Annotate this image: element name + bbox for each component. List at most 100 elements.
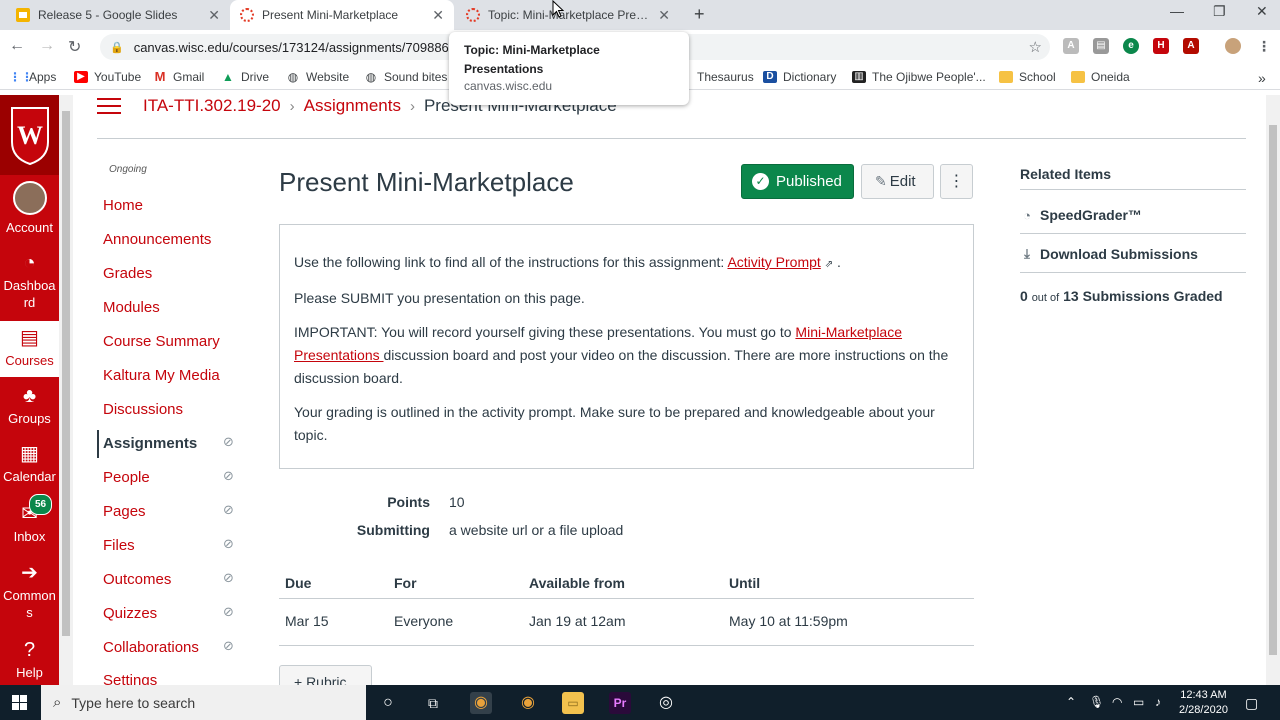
new-tab-button[interactable]: + <box>694 4 705 25</box>
bookmark-youtube[interactable]: ▶ YouTube <box>74 70 141 84</box>
course-nav-quizzes[interactable]: Quizzes <box>103 605 157 622</box>
microphone-icon[interactable]: 🎙 <box>1089 695 1104 709</box>
download-submissions-link[interactable]: ⤓ Download Submissions <box>1020 246 1198 262</box>
column-header: Available from <box>529 575 625 591</box>
tab-present-mini-marketplace[interactable]: Present Mini-Marketplace ✕ <box>230 0 454 30</box>
premiere-icon[interactable]: Pr <box>609 692 631 714</box>
breadcrumb-course-link[interactable]: ITA-TTI.302.19-20 <box>143 96 281 116</box>
uw-crest-logo[interactable]: W <box>0 95 59 175</box>
nav-dashboard[interactable]: ◔ Dashboa rd <box>0 251 59 311</box>
hamburger-menu-icon[interactable] <box>97 98 121 114</box>
bookmark-label: Thesaurus <box>697 70 754 84</box>
course-nav-pages[interactable]: Pages <box>103 503 146 520</box>
bookmark-ojibwe[interactable]: ▥ The Ojibwe People'... <box>852 70 986 84</box>
more-options-button[interactable]: ⋮ <box>940 164 973 199</box>
bookmark-label: Oneida <box>1091 70 1130 84</box>
course-nav-people[interactable]: People <box>103 469 150 486</box>
bookmark-sound-bites[interactable]: ◍ Sound bites <box>364 70 448 84</box>
file-explorer-icon[interactable]: ▭ <box>562 692 584 714</box>
bookmark-label: Dictionary <box>783 70 837 84</box>
course-nav-discussions[interactable]: Discussions <box>103 401 183 418</box>
close-icon[interactable]: ✕ <box>432 7 444 24</box>
divider <box>97 138 1246 139</box>
taskbar-search-input[interactable]: ⌕ Type here to search <box>41 685 366 720</box>
close-icon[interactable]: ✕ <box>658 7 670 24</box>
bookmark-website[interactable]: ◍ Website <box>286 70 349 84</box>
course-nav-files[interactable]: Files <box>103 537 135 554</box>
more-bookmarks-icon[interactable]: » <box>1258 70 1266 86</box>
close-icon[interactable]: ✕ <box>208 7 220 24</box>
points-value: 10 <box>449 494 465 510</box>
windows-start-icon[interactable] <box>12 695 27 710</box>
bookmark-star-icon[interactable]: ☆ <box>1029 38 1042 56</box>
extension-icon[interactable]: A <box>1063 38 1079 54</box>
bookmark-drive[interactable]: ▲ Drive <box>221 70 269 84</box>
nav-help[interactable]: ? Help <box>0 638 59 681</box>
nav-account[interactable]: Account <box>0 181 59 236</box>
page-scrollbar[interactable] <box>1266 95 1280 685</box>
speedgrader-link[interactable]: ◔ SpeedGrader™ <box>1020 207 1142 223</box>
acrobat-icon[interactable]: A <box>1183 38 1199 54</box>
bookmark-gmail[interactable]: M Gmail <box>153 70 205 84</box>
table-header: Due For Available from Until <box>279 566 974 599</box>
nav-courses[interactable]: ▤ Courses <box>0 321 59 377</box>
course-nav-settings[interactable]: Settings <box>103 672 157 685</box>
drive-icon: ▲ <box>222 70 234 84</box>
course-nav-course-summary[interactable]: Course Summary <box>103 333 220 350</box>
back-icon[interactable]: ← <box>9 37 25 55</box>
course-nav-kaltura[interactable]: Kaltura My Media <box>103 367 220 384</box>
close-window-icon[interactable]: ✕ <box>1256 3 1268 20</box>
points-label: Points <box>387 494 430 510</box>
volume-icon[interactable]: ♪ <box>1155 695 1161 709</box>
published-button[interactable]: ✓ Published <box>741 164 854 199</box>
tab-topic-presentations[interactable]: Topic: Mini-Marketplace Presentations ✕ <box>456 0 680 30</box>
chrome-menu-icon[interactable]: ⋮ <box>1256 38 1272 54</box>
extension-icon[interactable]: e <box>1123 38 1139 54</box>
bookmark-dictionary[interactable]: D Dictionary <box>763 70 836 84</box>
system-clock[interactable]: 12:43 AM 2/28/2020 <box>1179 688 1228 718</box>
hidden-eye-icon: ⊘ <box>223 502 234 517</box>
chrome-icon[interactable]: ◉ <box>470 692 492 714</box>
nav-commons[interactable]: ➔ Common s <box>0 561 59 621</box>
bookmark-apps[interactable]: ⋮⋮ Apps <box>9 70 56 84</box>
course-nav-collaborations[interactable]: Collaborations <box>103 639 199 656</box>
breadcrumb-assignments-link[interactable]: Assignments <box>304 96 401 116</box>
extension-icon[interactable]: ▤ <box>1093 38 1109 54</box>
obs-icon[interactable]: ◎ <box>655 692 677 714</box>
minimize-icon[interactable]: — <box>1170 3 1184 19</box>
cortana-icon[interactable]: ○ <box>377 692 399 714</box>
edit-button[interactable]: ✎ Edit <box>861 164 934 199</box>
activity-prompt-link[interactable]: Activity Prompt <box>727 254 820 270</box>
battery-icon[interactable]: ▭ <box>1133 695 1144 709</box>
restore-icon[interactable]: ❐ <box>1213 3 1226 20</box>
task-view-icon[interactable]: ⧉ <box>422 692 444 714</box>
tab-google-slides[interactable]: Release 5 - Google Slides ✕ <box>6 0 230 30</box>
course-nav-announcements[interactable]: Announcements <box>103 231 211 248</box>
notifications-icon[interactable]: ▢ <box>1245 695 1258 712</box>
profile-avatar[interactable] <box>1225 38 1241 54</box>
chevron-up-icon[interactable]: ⌃ <box>1066 695 1076 709</box>
nav-label: Calendar <box>3 469 56 484</box>
chrome-icon[interactable]: ◉ <box>517 692 539 714</box>
course-nav-assignments[interactable]: Assignments <box>103 435 197 452</box>
nav-label: Dashboa rd <box>3 278 56 310</box>
wifi-icon[interactable]: ◠ <box>1112 695 1122 709</box>
global-nav-scrollbar[interactable] <box>59 95 73 685</box>
nav-inbox[interactable]: 56 ✉ Inbox <box>0 494 59 545</box>
assignment-description: Use the following link to find all of th… <box>279 224 974 469</box>
term-label: Ongoing <box>109 164 147 175</box>
nav-label: Common s <box>3 588 56 620</box>
course-nav-modules[interactable]: Modules <box>103 299 160 316</box>
divider <box>1020 189 1246 190</box>
extension-icon[interactable]: H <box>1153 38 1169 54</box>
nav-calendar[interactable]: ▦ Calendar <box>0 442 59 485</box>
course-nav-grades[interactable]: Grades <box>103 265 152 282</box>
bookmark-school[interactable]: School <box>999 70 1056 84</box>
bookmark-thesaurus[interactable]: Thesaurus <box>697 70 754 84</box>
reload-icon[interactable]: ↻ <box>68 37 81 57</box>
nav-groups[interactable]: ♣ Groups <box>0 384 59 427</box>
course-nav-home[interactable]: Home <box>103 197 143 214</box>
bookmark-oneida[interactable]: Oneida <box>1071 70 1130 84</box>
forward-icon[interactable]: → <box>39 37 55 55</box>
course-nav-outcomes[interactable]: Outcomes <box>103 571 171 588</box>
